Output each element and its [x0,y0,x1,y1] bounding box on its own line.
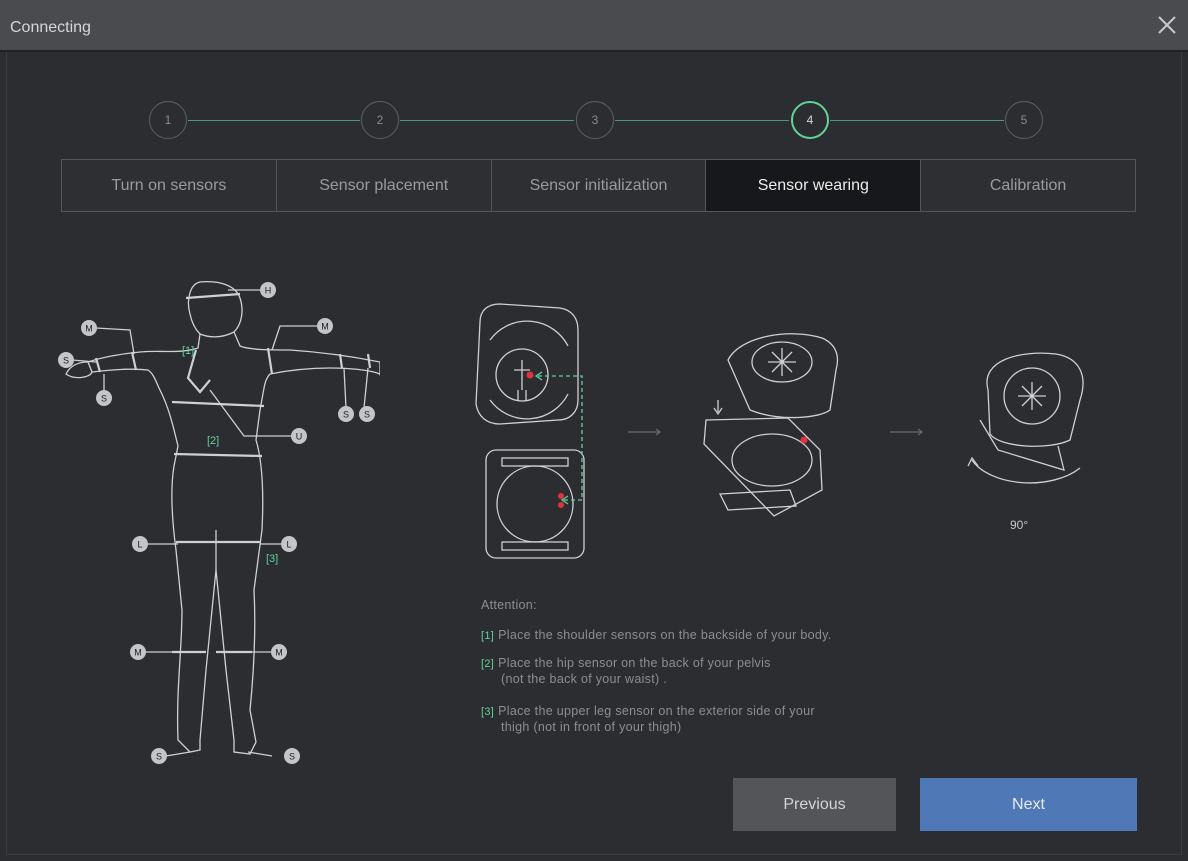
alignment-guide [538,375,583,501]
attention-note-2: [2] Place the hip sensor on the back of y… [481,656,771,687]
svg-text:M: M [275,648,283,658]
next-button[interactable]: Next [920,778,1137,831]
svg-text:S: S [63,356,69,366]
note-text-continued: thigh (not in front of your thigh) [501,720,682,734]
tab-sensor-initialization[interactable]: Sensor initialization [491,160,707,211]
sensor-badge-calf-right: M [271,644,287,660]
step-1: 1 [149,101,187,139]
svg-text:H: H [265,286,272,296]
arrow-right-icon [628,428,661,436]
body-sensor-diagram: [1] [2] [3] H M M S S S S U L L M M S S [58,280,380,764]
sensor-base-icon [485,449,585,559]
note-number: [2] [481,658,495,670]
window-title: Connecting [10,19,91,36]
note-text: Place the shoulder sensors on the backsi… [498,628,832,642]
note-number: [1] [481,630,495,642]
sensor-badge-hand-right-b: S [359,406,375,422]
svg-text:S: S [364,410,370,420]
sensor-badge-head: H [260,282,276,298]
sensor-badge-calf-left: M [130,644,146,660]
note-text: Place the hip sensor on the back of your… [498,656,771,670]
sensor-badge-thigh-left: L [132,536,148,552]
step-5: 5 [1005,101,1043,139]
sensor-rotated-icon [967,352,1084,484]
attention-heading: Attention: [481,598,537,612]
sensor-badge-upper-arm-left: M [81,320,97,336]
tab-calibration[interactable]: Calibration [921,160,1135,211]
sensor-badge-wrist-left: S [96,390,112,406]
sensor-badge-foot-left: S [151,748,167,764]
tab-turn-on-sensors[interactable]: Turn on sensors [62,160,277,211]
rotation-degree-label: 90° [1010,518,1029,532]
sensor-badge-foot-right: S [284,748,300,764]
sensor-straps [94,292,372,654]
title-bar: Connecting [0,0,1188,52]
note-text: Place the upper leg sensor on the exteri… [498,704,815,718]
step-4: 4 [791,101,829,139]
note-text-continued: (not the back of your waist) . [501,672,668,686]
attention-note-3: [3] Place the upper leg sensor on the ext… [481,704,815,735]
step-connector [830,120,1004,121]
svg-text:S: S [101,394,107,404]
step-connector [400,120,574,121]
marker-thigh: [3] [266,553,278,565]
sensor-badge-hand-right-a: S [338,406,354,422]
step-2: 2 [361,101,399,139]
step-connector [188,120,360,121]
sensor-insert-icon [703,333,839,517]
sensor-badge-hip: U [291,428,307,444]
close-icon[interactable] [1152,10,1182,40]
svg-text:S: S [289,752,295,762]
svg-text:L: L [286,540,291,550]
svg-text:U: U [296,432,303,442]
svg-text:M: M [85,324,93,334]
marker-shoulder: [1] [182,345,194,357]
leader-lines [71,289,369,757]
body-figure [65,280,380,755]
note-number: [3] [481,706,495,718]
sensor-top-icon [475,303,579,425]
svg-text:M: M [321,322,329,332]
svg-text:L: L [137,540,142,550]
arrow-right-icon [890,428,923,436]
sensor-badge-hand-left: S [58,352,74,368]
svg-text:S: S [343,410,349,420]
svg-text:S: S [156,752,162,762]
sensor-badge-upper-arm-right: M [317,318,333,334]
svg-text:M: M [134,648,142,658]
previous-button[interactable]: Previous [733,778,896,831]
sensor-mounting-diagram [475,303,1084,559]
attention-note-1: [1] Place the shoulder sensors on the bac… [481,628,832,644]
step-3: 3 [576,101,614,139]
marker-hip: [2] [207,435,219,447]
tab-sensor-wearing[interactable]: Sensor wearing [706,160,922,211]
step-connector [615,120,789,121]
sensor-badge-thigh-right: L [281,536,297,552]
tab-sensor-placement[interactable]: Sensor placement [276,160,492,211]
step-tabs: Turn on sensors Sensor placement Sensor … [61,159,1136,212]
